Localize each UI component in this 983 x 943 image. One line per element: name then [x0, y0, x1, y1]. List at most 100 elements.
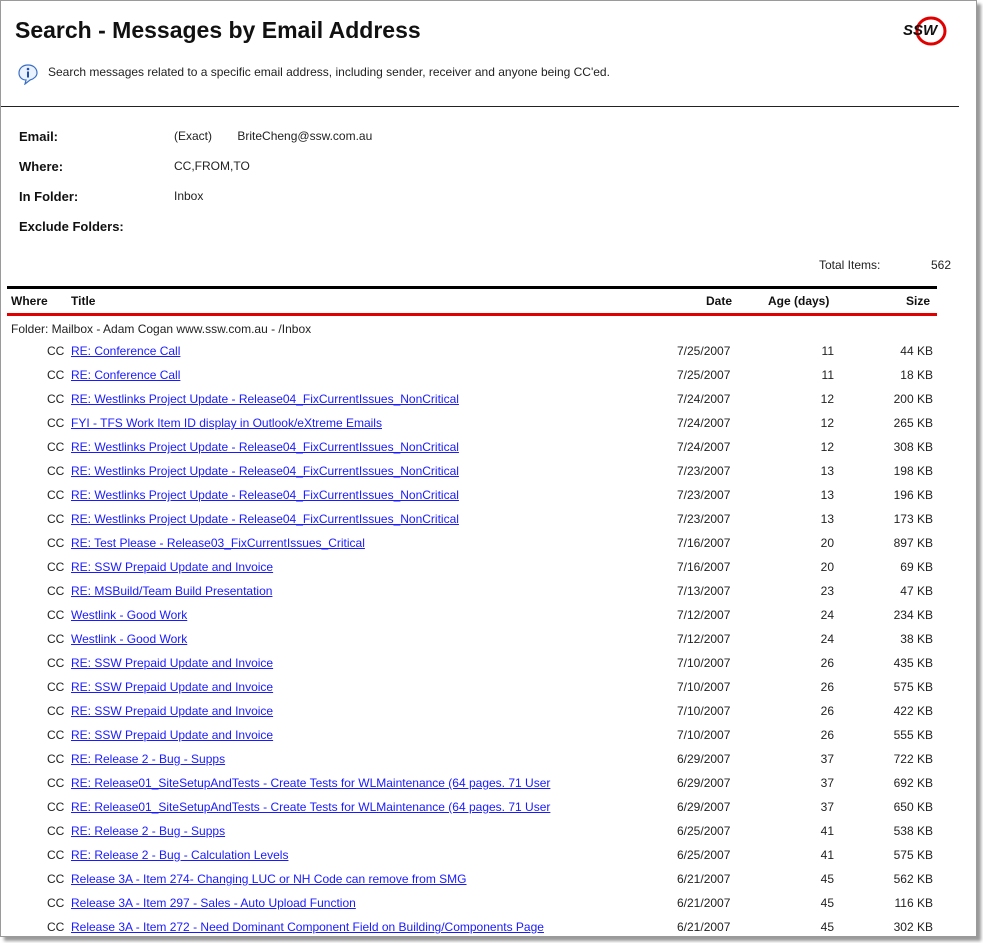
message-title-link[interactable]: RE: MSBuild/Team Build Presentation	[71, 584, 272, 598]
message-title-link[interactable]: RE: Westlinks Project Update - Release04…	[71, 440, 459, 454]
age-cell: 12	[820, 392, 834, 406]
date-cell: 7/10/2007	[677, 656, 731, 670]
date-cell: 7/12/2007	[677, 632, 731, 646]
where-cell: CC	[47, 776, 65, 790]
age-cell: 13	[820, 488, 834, 502]
message-title-link[interactable]: RE: SSW Prepaid Update and Invoice	[71, 560, 273, 574]
size-cell: 650 KB	[893, 800, 933, 814]
message-title-link[interactable]: RE: Test Please - Release03_FixCurrentIs…	[71, 536, 365, 550]
date-cell: 6/21/2007	[677, 896, 731, 910]
table-row: CC RE: SSW Prepaid Update and Invoice 7/16…	[7, 556, 937, 580]
message-title-link[interactable]: RE: SSW Prepaid Update and Invoice	[71, 656, 273, 670]
where-cell: CC	[47, 344, 65, 358]
message-title-link[interactable]: RE: Release01_SiteSetupAndTests - Create…	[71, 800, 550, 814]
table-body: CC RE: Conference Call 7/25/2007 11 44 KB CC R…	[7, 340, 937, 936]
size-cell: 196 KB	[893, 488, 933, 502]
size-cell: 116 KB	[894, 896, 933, 910]
message-title-link[interactable]: RE: Release 2 - Bug - Supps	[71, 824, 225, 838]
date-cell: 7/23/2007	[677, 512, 731, 526]
date-cell: 7/16/2007	[677, 560, 731, 574]
table-row: CC RE: Westlinks Project Update - Release…	[7, 484, 937, 508]
size-cell: 435 KB	[893, 656, 933, 670]
message-title-link[interactable]: Westlink - Good Work	[71, 632, 187, 646]
date-cell: 7/13/2007	[677, 584, 731, 598]
size-cell: 575 KB	[893, 848, 933, 862]
age-cell: 13	[820, 512, 834, 526]
folder-value: Inbox	[174, 189, 204, 203]
age-cell: 20	[820, 536, 834, 550]
age-cell: 37	[820, 776, 834, 790]
message-title-link[interactable]: RE: Conference Call	[71, 344, 180, 358]
table-header: Where Title Date Age (days) Size	[7, 286, 937, 316]
where-cell: CC	[47, 824, 65, 838]
table-row: CC RE: SSW Prepaid Update and Invoice 7/10…	[7, 676, 937, 700]
where-cell: CC	[47, 728, 65, 742]
where-cell: CC	[47, 368, 65, 382]
email-label: Email:	[19, 129, 59, 144]
column-header-where: Where	[11, 294, 48, 308]
report-window: Search - Messages by Email Address SSW S…	[0, 0, 977, 937]
message-title-link[interactable]: RE: SSW Prepaid Update and Invoice	[71, 704, 273, 718]
column-header-title: Title	[71, 294, 96, 308]
where-cell: CC	[47, 584, 65, 598]
size-cell: 538 KB	[893, 824, 933, 838]
table-row: CC RE: SSW Prepaid Update and Invoice 7/10…	[7, 724, 937, 748]
age-cell: 24	[820, 632, 834, 646]
date-cell: 6/29/2007	[677, 752, 731, 766]
date-cell: 7/24/2007	[677, 416, 731, 430]
where-cell: CC	[47, 560, 65, 574]
date-cell: 7/12/2007	[677, 608, 731, 622]
message-title-link[interactable]: Release 3A - Item 274- Changing LUC or N…	[71, 872, 467, 886]
where-cell: CC	[47, 680, 65, 694]
message-title-link[interactable]: RE: SSW Prepaid Update and Invoice	[71, 728, 273, 742]
size-cell: 173 KB	[893, 512, 933, 526]
table-row: CC RE: Release 2 - Bug - Supps 6/29/2007 37…	[7, 748, 937, 772]
where-cell: CC	[47, 488, 65, 502]
where-label: Where:	[19, 159, 64, 174]
message-title-link[interactable]: RE: Westlinks Project Update - Release04…	[71, 392, 459, 406]
table-row: CC RE: Test Please - Release03_FixCurrent…	[7, 532, 937, 556]
size-cell: 302 KB	[893, 920, 933, 934]
message-title-link[interactable]: RE: Westlinks Project Update - Release04…	[71, 488, 459, 502]
date-cell: 6/25/2007	[677, 824, 731, 838]
where-cell: CC	[47, 704, 65, 718]
logo-text: SSW	[903, 22, 939, 39]
where-cell: CC	[47, 656, 65, 670]
report-header: Search - Messages by Email Address SSW S…	[1, 1, 959, 107]
table-row: CC Westlink - Good Work 7/12/2007 24 234 KB	[7, 604, 937, 628]
page-description: Search messages related to a specific em…	[48, 65, 610, 79]
size-cell: 69 KB	[900, 560, 933, 574]
size-cell: 44 KB	[900, 344, 933, 358]
date-cell: 7/10/2007	[677, 704, 731, 718]
where-value: CC,FROM,TO	[174, 159, 250, 173]
message-title-link[interactable]: RE: Westlinks Project Update - Release04…	[71, 464, 459, 478]
table-row: CC RE: Westlinks Project Update - Release…	[7, 460, 937, 484]
where-cell: CC	[47, 512, 65, 526]
message-title-link[interactable]: FYI - TFS Work Item ID display in Outloo…	[71, 416, 382, 430]
date-cell: 7/25/2007	[677, 368, 731, 382]
size-cell: 555 KB	[893, 728, 933, 742]
message-title-link[interactable]: Release 3A - Item 297 - Sales - Auto Upl…	[71, 896, 356, 910]
folder-label: In Folder:	[19, 189, 79, 204]
date-cell: 7/25/2007	[677, 344, 731, 358]
message-title-link[interactable]: RE: Release 2 - Bug - Supps	[71, 752, 225, 766]
message-title-link[interactable]: RE: Conference Call	[71, 368, 180, 382]
column-header-age: Age (days)	[768, 294, 830, 308]
size-cell: 575 KB	[893, 680, 933, 694]
message-title-link[interactable]: RE: SSW Prepaid Update and Invoice	[71, 680, 273, 694]
total-items-label: Total Items:	[819, 258, 881, 272]
message-title-link[interactable]: Release 3A - Item 272 - Need Dominant Co…	[71, 920, 544, 934]
table-row: CC RE: Release 2 - Bug - Calculation Leve…	[7, 844, 937, 868]
table-row: CC RE: Release 2 - Bug - Supps 6/25/2007 41…	[7, 820, 937, 844]
message-title-link[interactable]: Westlink - Good Work	[71, 608, 187, 622]
message-title-link[interactable]: RE: Release01_SiteSetupAndTests - Create…	[71, 776, 550, 790]
where-cell: CC	[47, 536, 65, 550]
message-title-link[interactable]: RE: Westlinks Project Update - Release04…	[71, 512, 459, 526]
table-row: CC RE: SSW Prepaid Update and Invoice 7/10…	[7, 700, 937, 724]
size-cell: 18 KB	[900, 368, 933, 382]
table-row: CC RE: MSBuild/Team Build Presentation 7/1…	[7, 580, 937, 604]
size-cell: 200 KB	[893, 392, 933, 406]
size-cell: 692 KB	[893, 776, 933, 790]
message-title-link[interactable]: RE: Release 2 - Bug - Calculation Levels	[71, 848, 288, 862]
date-cell: 7/10/2007	[677, 680, 731, 694]
